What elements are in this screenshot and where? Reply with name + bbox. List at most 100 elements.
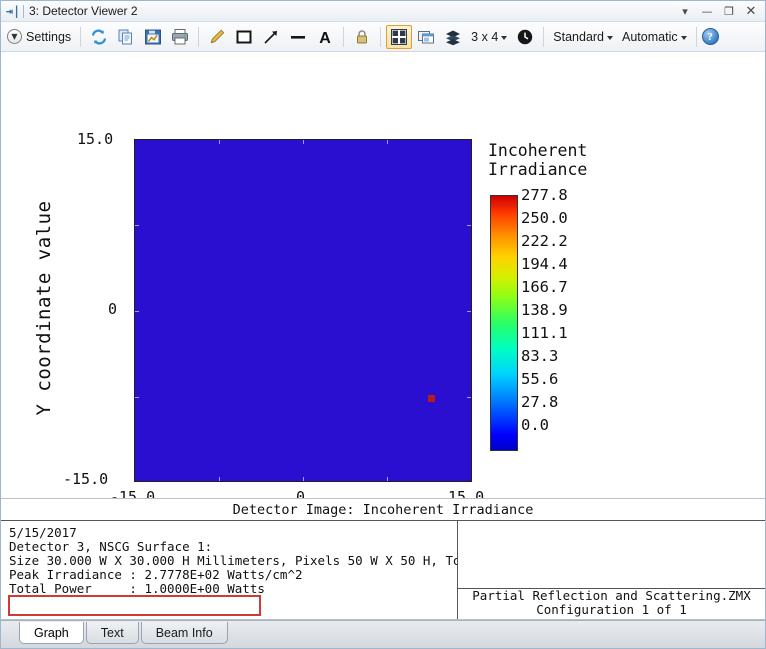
text-tool-button[interactable]: A	[312, 25, 338, 49]
text-tool-icon: A	[319, 30, 331, 46]
minimize-button[interactable]: —	[696, 2, 718, 21]
toolbar: ▼ Settings A 3 x 4 Standard Automatic ?	[1, 22, 765, 52]
colorbar-tick-labels: 277.8 250.0 222.2 194.4 166.7 138.9 111.…	[521, 186, 591, 451]
close-button[interactable]: ✕	[740, 2, 762, 21]
cascade-window-icon	[418, 30, 435, 43]
configuration-label: Configuration 1 of 1	[536, 602, 687, 617]
toolbar-divider-6	[695, 26, 697, 47]
y-axis-title: Y coordinate value	[33, 200, 55, 416]
svg-text:A: A	[319, 30, 331, 46]
tab-graph[interactable]: Graph	[19, 622, 84, 644]
line-button[interactable]	[285, 25, 311, 49]
colorbar-title-line1: Incoherent	[488, 141, 588, 160]
chevron-down-icon	[501, 35, 508, 40]
toolbar-divider-4	[380, 26, 382, 47]
axis-tick	[303, 140, 304, 144]
axis-tick	[219, 477, 220, 481]
lock-icon	[357, 29, 368, 43]
colorbar-tick: 166.7	[521, 278, 568, 296]
layout-value: 3 x 4	[471, 29, 499, 44]
colorbar-tick: 55.6	[521, 370, 559, 388]
axis-tick	[135, 397, 139, 398]
axis-tick	[135, 311, 139, 312]
settings-label: Settings	[26, 29, 72, 44]
cascade-windows-button[interactable]	[413, 25, 439, 49]
axis-tick	[387, 140, 388, 144]
rectangle-button[interactable]	[231, 25, 257, 49]
window-title: 3: Detector Viewer 2	[29, 4, 138, 18]
lock-button[interactable]	[349, 25, 375, 49]
arrow-button[interactable]	[258, 25, 284, 49]
grid-window-icon	[391, 28, 408, 45]
colorbar-tick: 194.4	[521, 255, 568, 273]
copy-icon	[118, 29, 133, 44]
text-panel-left: 5/15/2017 Detector 3, NSCG Surface 1: Si…	[1, 521, 458, 619]
settings-button[interactable]: ▼ Settings	[5, 25, 75, 49]
colorbar-tick: 250.0	[521, 209, 568, 227]
clock-icon	[518, 29, 533, 44]
colorbar-gradient	[490, 195, 518, 451]
refresh-button[interactable]	[86, 25, 112, 49]
axis-tick	[387, 477, 388, 481]
x-axis-tick-left: -15.0	[110, 488, 156, 499]
colorbar-tick: 0.0	[521, 416, 549, 434]
axis-tick	[303, 477, 304, 481]
text-panel-header: Detector Image: Incoherent Irradiance	[1, 499, 765, 521]
tab-text[interactable]: Text	[85, 622, 139, 644]
y-axis-tick-bottom: -15.0	[63, 470, 109, 488]
y-axis-tick-top: 15.0	[77, 130, 114, 148]
update-button[interactable]	[512, 25, 538, 49]
text-line-size: Size 30.000 W X 30.000 H Millimeters, Pi…	[9, 553, 457, 568]
axis-tick	[135, 225, 139, 226]
tab-beam-info[interactable]: Beam Info	[140, 622, 228, 644]
y-axis-tick-mid: 0	[108, 300, 118, 318]
colorbar-tick: 138.9	[521, 301, 568, 319]
axis-tick	[219, 140, 220, 144]
detector-text-panel: Detector Image: Incoherent Irradiance 5/…	[1, 499, 765, 620]
detector-hit-pixel	[428, 395, 435, 402]
view-tab-strip: Graph Text Beam Info	[1, 620, 765, 648]
axis-tick	[467, 225, 471, 226]
layout-dropdown[interactable]: 3 x 4	[467, 26, 511, 48]
toolbar-divider-1	[80, 26, 82, 47]
chevron-down-icon: ▼	[7, 29, 22, 44]
toolbar-divider-5	[543, 26, 545, 47]
file-name: Partial Reflection and Scattering.ZMX	[472, 588, 751, 603]
window-dropdown-button[interactable]: ▾	[674, 2, 696, 21]
graph-canvas[interactable]: 15.0 0 -15.0 -15.0 0 15.0 X coordinate v…	[1, 52, 765, 499]
colorbar-tick: 222.2	[521, 232, 568, 250]
x-axis-tick-mid: 0	[296, 488, 306, 499]
text-panel-right: Partial Reflection and Scattering.ZMX Co…	[458, 521, 765, 619]
print-button[interactable]	[167, 25, 193, 49]
tile-windows-button[interactable]	[386, 24, 413, 49]
text-line-peak-irradiance: Peak Irradiance : 2.7778E+02 Watts/cm^2	[9, 567, 303, 582]
style-dropdown[interactable]: Standard	[549, 26, 617, 48]
maximize-button[interactable]: ❐	[718, 2, 740, 21]
scale-dropdown[interactable]: Automatic	[618, 26, 691, 48]
detector-image-plot[interactable]	[134, 139, 472, 482]
style-value: Standard	[553, 29, 605, 44]
copy-button[interactable]	[113, 25, 139, 49]
text-line-total-power: Total Power : 1.0000E+00 Watts	[9, 581, 265, 596]
text-line-detector: Detector 3, NSCG Surface 1:	[9, 539, 213, 554]
print-icon	[172, 28, 189, 44]
layers-icon	[446, 30, 461, 45]
pencil-icon	[210, 29, 225, 43]
pencil-button[interactable]	[204, 25, 230, 49]
save-chart-button[interactable]	[140, 25, 166, 49]
toolbar-divider-3	[343, 26, 345, 47]
refresh-icon	[92, 29, 107, 44]
colorbar-tick: 277.8	[521, 186, 568, 204]
file-info: Partial Reflection and Scattering.ZMX Co…	[458, 589, 765, 617]
colorbar-tick: 111.1	[521, 324, 568, 342]
colorbar-title-line2: Irradiance	[488, 160, 588, 180]
rectangle-icon	[236, 30, 252, 43]
layers-button[interactable]	[440, 25, 466, 49]
titlebar-divider	[23, 4, 24, 18]
scale-value: Automatic	[622, 29, 678, 44]
help-button[interactable]: ?	[701, 28, 719, 45]
chevron-down-icon	[607, 35, 614, 40]
line-icon	[291, 35, 306, 39]
axis-tick	[467, 311, 471, 312]
title-bar: ⇥| 3: Detector Viewer 2 ▾ — ❐ ✕	[1, 1, 765, 22]
